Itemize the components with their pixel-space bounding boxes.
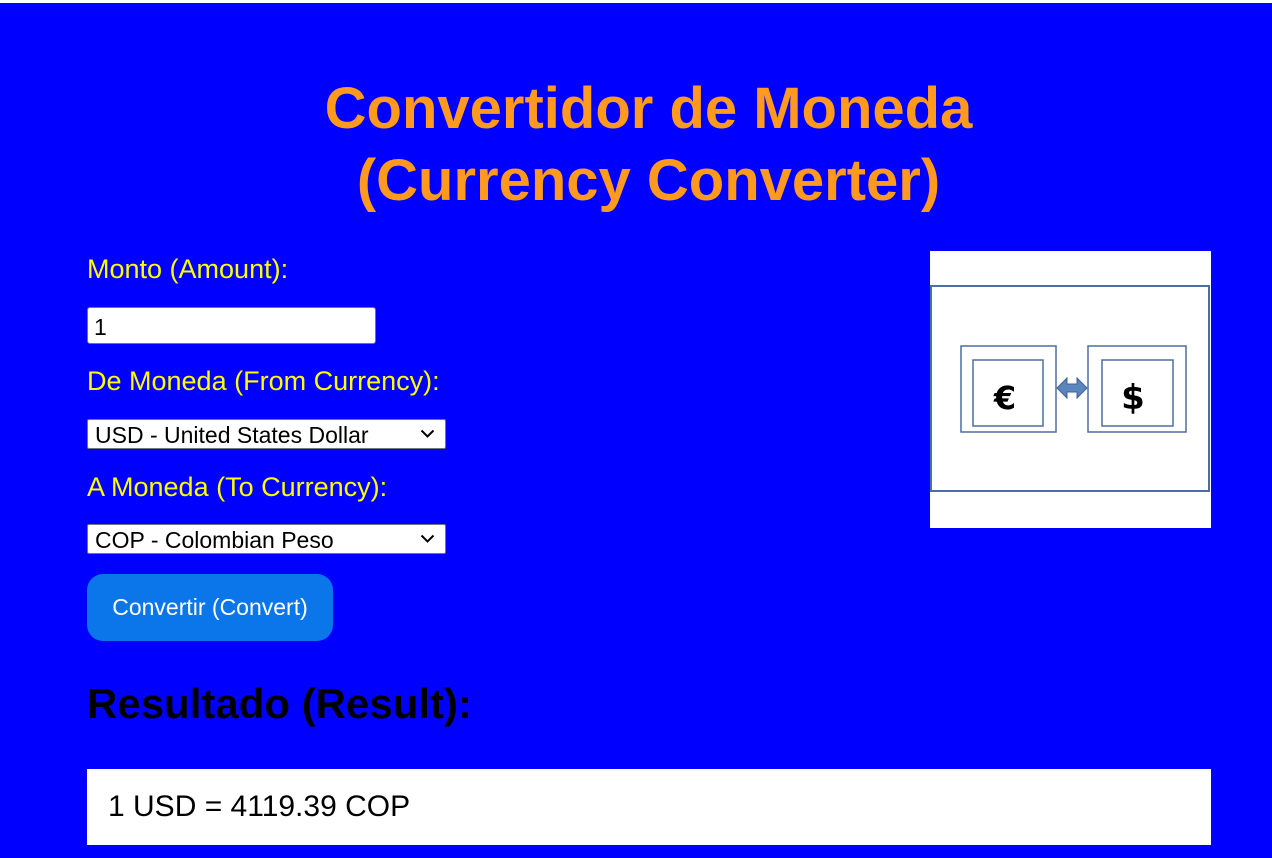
- from-currency-label: De Moneda (From Currency):: [87, 366, 440, 396]
- title-line-2: (Currency Converter): [356, 148, 941, 213]
- title-line-1: Convertidor de Moneda: [324, 76, 973, 141]
- result-heading: Resultado (Result):: [87, 680, 473, 727]
- result-box: 1 USD = 4119.39 COP: [87, 769, 1211, 845]
- to-currency-select[interactable]: COP - Colombian Peso: [87, 524, 446, 554]
- from-currency-selected: USD - United States Dollar: [95, 422, 369, 448]
- euro-symbol: €: [993, 379, 1016, 417]
- dollar-symbol: $: [1121, 378, 1145, 418]
- to-currency-selected: COP - Colombian Peso: [95, 527, 334, 553]
- amount-input[interactable]: [87, 307, 376, 344]
- to-currency-label: A Moneda (To Currency):: [87, 472, 388, 502]
- currency-exchange-illustration: € $: [930, 251, 1211, 528]
- currency-converter-page: Convertidor de Moneda (Currency Converte…: [0, 3, 1272, 858]
- from-currency-select[interactable]: USD - United States Dollar: [87, 419, 446, 449]
- page-title: Convertidor de Moneda (Currency Converte…: [0, 73, 1272, 217]
- currency-exchange-graphic: € $: [930, 285, 1210, 492]
- chevron-down-icon: [420, 534, 435, 543]
- chevron-down-icon: [420, 429, 435, 438]
- result-text: 1 USD = 4119.39 COP: [108, 790, 411, 823]
- amount-label: Monto (Amount):: [87, 254, 289, 284]
- convert-button[interactable]: Convertir (Convert): [87, 574, 333, 641]
